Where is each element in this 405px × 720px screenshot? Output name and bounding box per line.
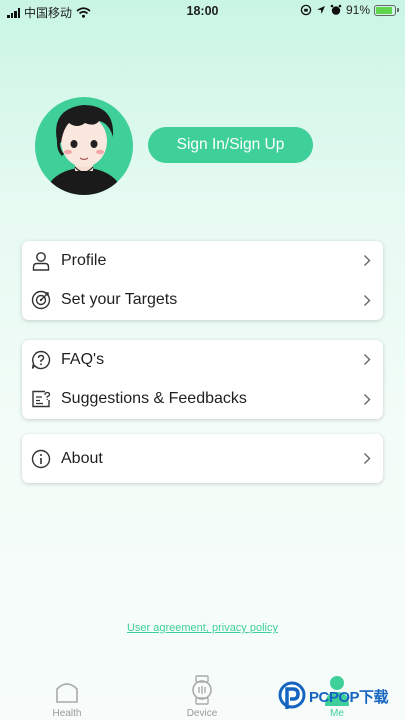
menu-label: Profile	[61, 251, 107, 269]
battery-percent: 91%	[345, 3, 370, 17]
menu-item-targets[interactable]: Set your Targets	[22, 281, 383, 321]
chevron-right-icon	[364, 453, 371, 464]
battery-icon	[374, 4, 399, 16]
chevron-right-icon	[364, 255, 371, 267]
menu-item-feedback[interactable]: Suggestions & Feedbacks	[22, 380, 383, 420]
menu-label: Set your Targets	[61, 291, 178, 309]
chevron-right-icon	[364, 354, 371, 366]
avatar-illustration	[45, 105, 123, 195]
menu-group-account: Profile Set your Targets	[22, 241, 383, 320]
alarm-icon	[330, 4, 342, 15]
watermark-text: PCPOP下载	[309, 688, 389, 706]
menu-item-about[interactable]: About	[22, 434, 383, 483]
rotation-lock-icon	[300, 4, 312, 16]
tab-label: Health	[52, 708, 82, 719]
tab-device[interactable]: Device	[162, 670, 242, 720]
menu-group-support: FAQ's Suggestions & Feedbacks	[22, 340, 383, 419]
home-icon	[56, 683, 78, 703]
tab-health[interactable]: Health	[27, 670, 107, 720]
menu-item-faq[interactable]: FAQ's	[22, 340, 383, 380]
user-icon	[32, 251, 50, 271]
question-icon	[31, 350, 51, 369]
watch-icon	[192, 675, 212, 705]
feedback-icon	[32, 391, 51, 408]
chevron-right-icon	[364, 393, 371, 405]
target-icon	[31, 291, 51, 310]
status-bar: 中国移动 18:00 91%	[0, 0, 405, 22]
info-icon	[31, 449, 51, 468]
menu-label: About	[61, 449, 103, 467]
chevron-right-icon	[364, 294, 371, 306]
tab-label: Device	[186, 708, 218, 719]
privacy-policy-link[interactable]: User agreement, privacy policy	[0, 622, 405, 634]
location-icon	[316, 6, 325, 14]
avatar[interactable]	[35, 97, 133, 195]
menu-group-about: About	[22, 434, 383, 483]
menu-label: Suggestions & Feedbacks	[61, 390, 247, 408]
pcpop-logo-icon	[278, 681, 306, 709]
menu-label: FAQ's	[61, 350, 105, 368]
sign-in-button[interactable]: Sign In/Sign Up	[148, 127, 313, 163]
menu-item-profile[interactable]: Profile	[22, 241, 383, 281]
watermark: PCPOP下载	[278, 681, 389, 711]
